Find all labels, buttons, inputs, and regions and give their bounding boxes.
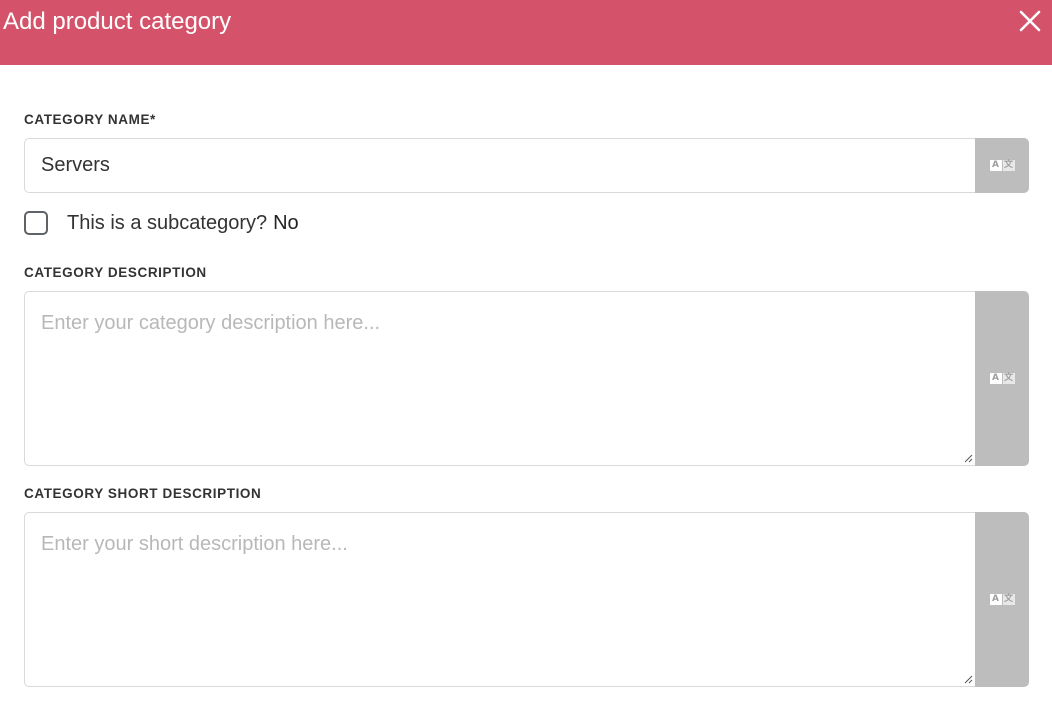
category-name-input[interactable] [25, 139, 975, 192]
resize-grip-icon[interactable] [963, 453, 973, 463]
subcategory-row: This is a subcategory? No [24, 209, 299, 237]
category-description-label: CATEGORY DESCRIPTION [24, 265, 207, 280]
category-short-description-field-wrapper [24, 512, 975, 687]
close-button[interactable] [1018, 8, 1042, 34]
translate-icon: A文 [989, 594, 1015, 605]
category-short-description-group: A文 [24, 512, 1029, 687]
category-name-field-wrapper [24, 138, 975, 193]
category-short-description-textarea[interactable] [25, 513, 975, 686]
close-icon [1019, 10, 1041, 32]
modal-header: Add product category [0, 0, 1052, 65]
modal-title: Add product category [3, 8, 232, 35]
category-description-field-wrapper [24, 291, 975, 466]
translate-icon: A文 [989, 160, 1015, 171]
subcategory-value: No [273, 211, 299, 234]
category-name-translate-button[interactable]: A文 [975, 138, 1029, 193]
category-short-description-translate-button[interactable]: A文 [975, 512, 1029, 687]
category-description-translate-button[interactable]: A文 [975, 291, 1029, 466]
translate-icon: A文 [989, 373, 1015, 384]
subcategory-label: This is a subcategory? [67, 211, 268, 234]
category-description-textarea[interactable] [25, 292, 975, 465]
category-short-description-label: CATEGORY SHORT DESCRIPTION [24, 486, 262, 501]
category-name-group: A文 [24, 138, 1029, 193]
resize-grip-icon[interactable] [963, 674, 973, 684]
category-description-group: A文 [24, 291, 1029, 466]
category-name-label: CATEGORY NAME* [24, 112, 156, 127]
subcategory-checkbox[interactable] [24, 211, 48, 235]
